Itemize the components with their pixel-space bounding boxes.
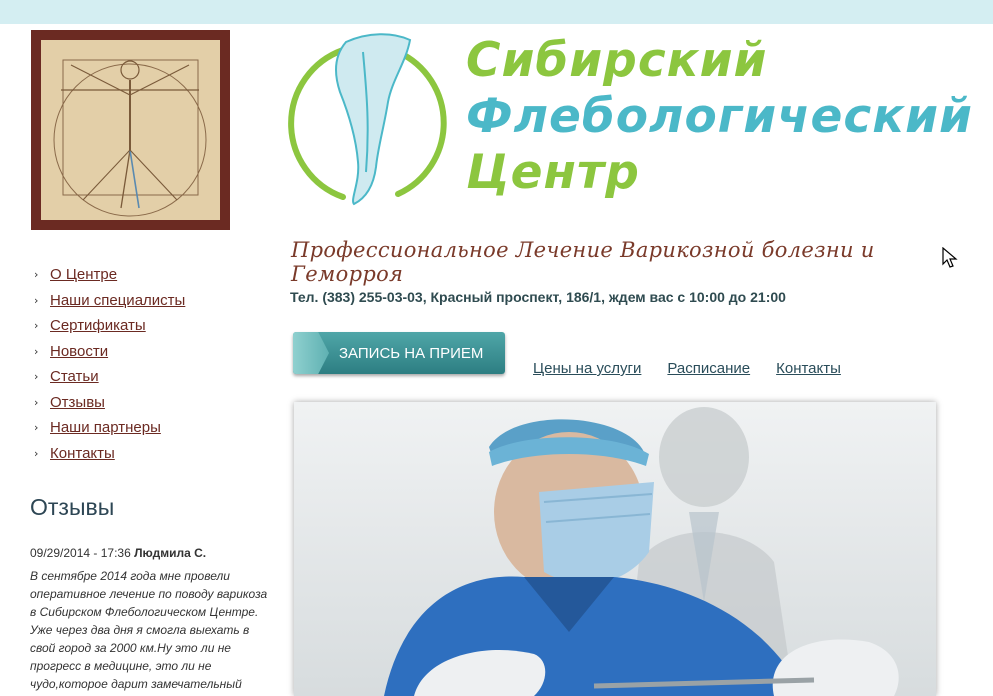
link-contacts[interactable]: Контакты <box>776 360 841 377</box>
chevron-right-icon: › <box>34 370 39 384</box>
brand-line-2: Флебологический <box>466 89 973 144</box>
nav-item-partners: › Наши партнеры <box>34 415 185 441</box>
chevron-right-icon: › <box>34 395 39 409</box>
nav-link-contacts[interactable]: Контакты <box>50 445 115 462</box>
link-schedule[interactable]: Расписание <box>667 360 750 377</box>
tagline: Профессиональное Лечение Варикозной боле… <box>291 238 875 286</box>
nav-link-about[interactable]: О Центре <box>50 266 117 283</box>
nav-link-certificates[interactable]: Сертификаты <box>50 317 146 334</box>
nav-link-articles[interactable]: Статьи <box>50 368 99 385</box>
brand-name: Сибирский Флебологический Центр <box>466 33 973 201</box>
nav-item-certificates: › Сертификаты <box>34 313 185 339</box>
brand-line-1: Сибирский <box>466 33 768 88</box>
link-prices[interactable]: Цены на услуги <box>533 360 641 377</box>
mouse-pointer-icon <box>942 247 958 268</box>
chevron-right-icon: › <box>34 319 39 333</box>
nav-link-specialists[interactable]: Наши специалисты <box>50 292 185 309</box>
chevron-right-icon: › <box>34 344 39 358</box>
vitruvian-man-image <box>31 30 230 230</box>
hero-image-surgeon <box>294 402 936 696</box>
chevron-right-icon: › <box>34 446 39 460</box>
sidebar-nav: › О Центре › Наши специалисты › Сертификаты… <box>34 262 185 466</box>
review-meta: 09/29/2014 - 17:36 Людмила С. <box>30 546 206 560</box>
review-author: Людмила С. <box>134 546 207 560</box>
nav-item-about: › О Центре <box>34 262 185 288</box>
nav-item-contacts: › Контакты <box>34 441 185 467</box>
book-appointment-button[interactable]: ЗАПИСЬ НА ПРИЕМ <box>293 332 505 374</box>
chevron-right-icon: › <box>34 293 39 307</box>
reviews-heading: Отзывы <box>30 494 115 520</box>
contact-info: Тел. (383) 255-03-03, Красный проспект, … <box>290 289 786 305</box>
vitruvian-drawing <box>53 59 207 217</box>
chevron-right-icon: › <box>34 421 39 435</box>
nav-link-partners[interactable]: Наши партнеры <box>50 419 161 436</box>
surgeon-illustration <box>384 407 899 696</box>
chevron-right-icon <box>293 332 329 374</box>
chevron-right-icon: › <box>34 268 39 282</box>
header-links: Цены на услуги Расписание Контакты <box>533 360 841 377</box>
leg-in-circle-logo[interactable] <box>288 32 450 212</box>
top-bar <box>0 0 993 24</box>
review-date: 09/29/2014 - 17:36 <box>30 546 131 560</box>
nav-link-news[interactable]: Новости <box>50 343 108 360</box>
brand-line-3: Центр <box>466 145 640 200</box>
book-appointment-label: ЗАПИСЬ НА ПРИЕМ <box>339 344 484 362</box>
nav-item-news: › Новости <box>34 339 185 365</box>
review-text: В сентябре 2014 года мне провели операти… <box>30 569 268 691</box>
nav-item-specialists: › Наши специалисты <box>34 288 185 314</box>
nav-item-reviews: › Отзывы <box>34 390 185 416</box>
nav-link-reviews[interactable]: Отзывы <box>50 394 105 411</box>
nav-item-articles: › Статьи <box>34 364 185 390</box>
